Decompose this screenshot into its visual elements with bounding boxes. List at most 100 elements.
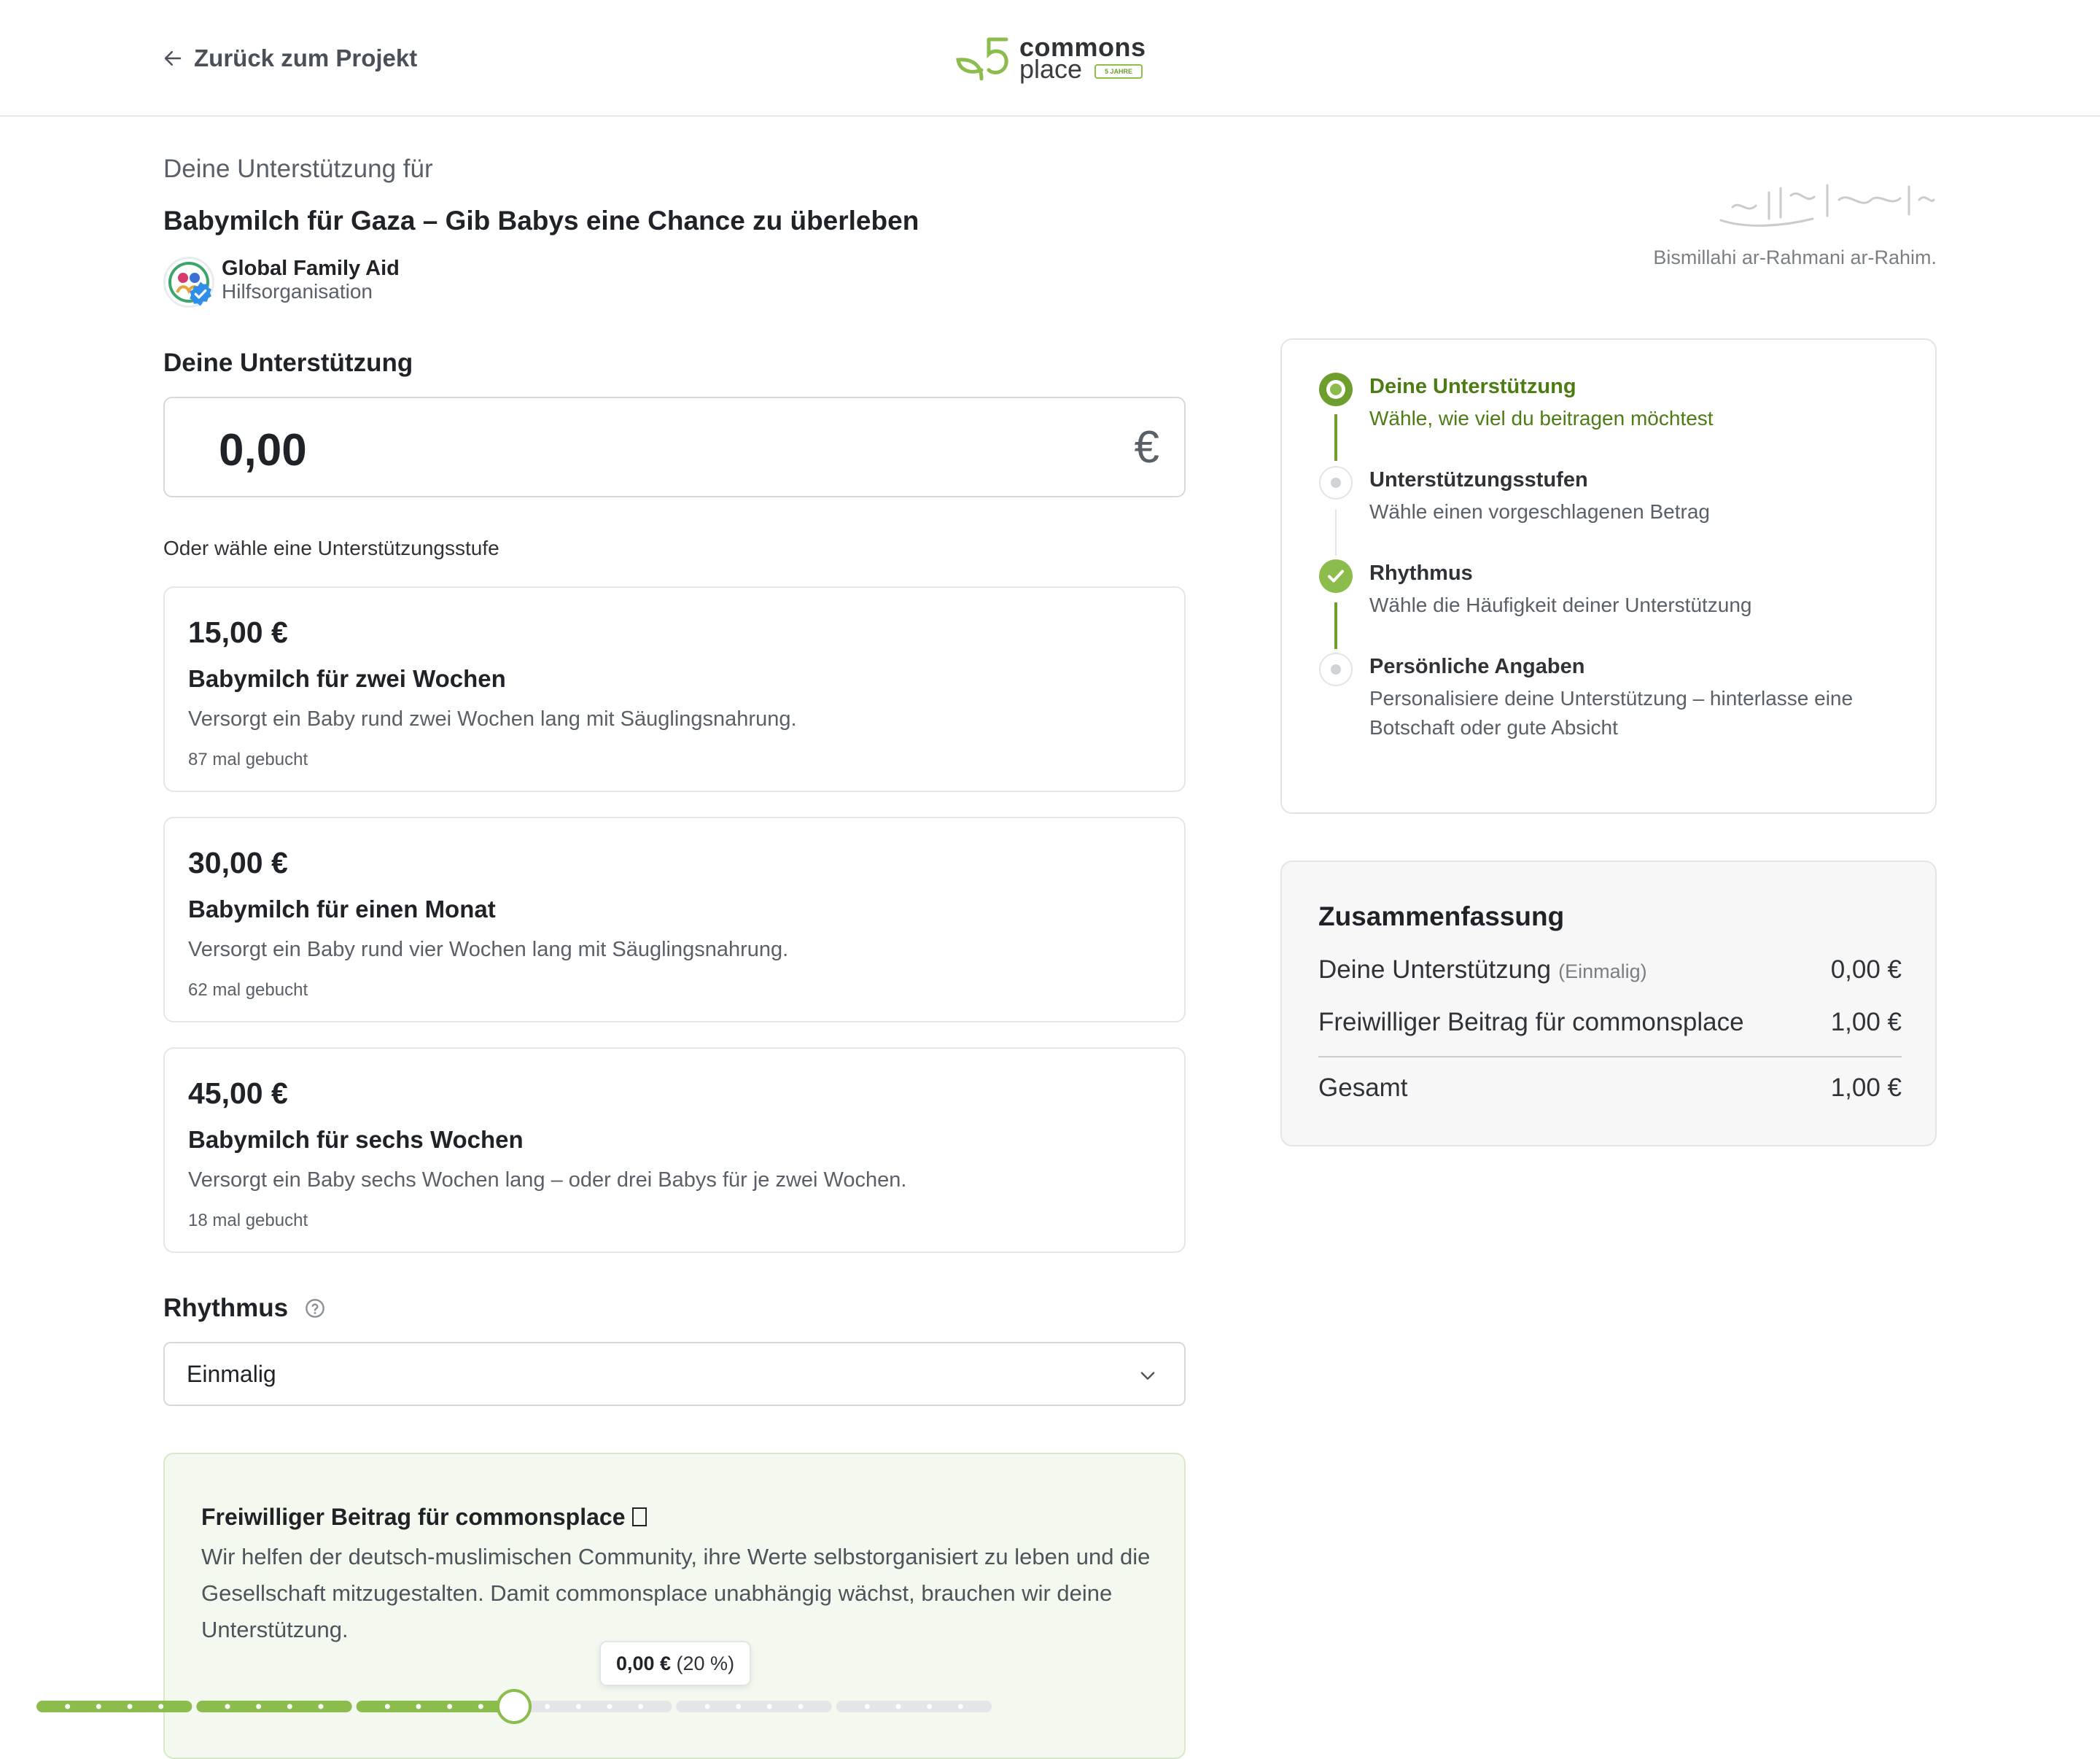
slider-tick-dot xyxy=(704,1704,710,1709)
org-type: Hilfsorganisation xyxy=(222,280,373,303)
slider-tick-dot xyxy=(575,1704,581,1709)
slider-tick-dot xyxy=(736,1704,742,1709)
tier-card-two-weeks[interactable]: 15,00 € Babymilch für zwei Wochen Versor… xyxy=(163,586,1186,792)
step-title: Persönliche Angaben xyxy=(1369,655,1585,678)
summary-panel: Zusammenfassung Deine Unterstützung (Einm… xyxy=(1280,861,1937,1146)
step-title: Rhythmus xyxy=(1369,562,1473,585)
slider-segment xyxy=(836,1701,992,1712)
bismillah-calligraphy-icon xyxy=(1719,184,1935,227)
summary-row-total: Gesamt 1,00 € xyxy=(1318,1073,1902,1103)
step-subtitle: Wähle, wie viel du beitragen möchtest xyxy=(1369,407,1714,430)
tier-name: Babymilch für sechs Wochen xyxy=(188,1126,524,1153)
org-name[interactable]: Global Family Aid xyxy=(222,257,400,281)
tip-title: Freiwilliger Beitrag für commonsplace xyxy=(201,1504,648,1531)
slider-segment xyxy=(676,1701,832,1712)
slider-tick-dot xyxy=(127,1704,133,1709)
back-label: Zurück zum Projekt xyxy=(194,44,418,71)
step-pending-icon xyxy=(1319,466,1353,500)
summary-fee-label: Freiwilliger Beitrag für commonsplace xyxy=(1318,1008,1744,1036)
tier-name: Babymilch für zwei Wochen xyxy=(188,665,506,692)
amount-value: 0,00 xyxy=(219,425,307,475)
summary-support-label: Deine Unterstützung xyxy=(1318,955,1552,984)
tip-description: Wir helfen der deutsch-muslimischen Comm… xyxy=(201,1544,1151,1642)
slider-tick-dot xyxy=(287,1704,292,1709)
slider-tick-dot xyxy=(225,1704,230,1709)
verified-badge-icon xyxy=(190,281,211,306)
slider-value-tooltip: 0,00 € (20 %) xyxy=(599,1641,751,1686)
tier-booked-count: 18 mal gebucht xyxy=(188,1211,308,1230)
slider-tick-dot xyxy=(447,1704,453,1709)
sprout-logo-icon xyxy=(956,37,1008,81)
slider-tick-dot xyxy=(766,1704,772,1709)
tiers-label: Oder wähle eine Unterstützungsstufe xyxy=(163,537,499,559)
slider-tick-dot xyxy=(96,1704,101,1709)
slider-tick-dot xyxy=(416,1704,421,1709)
step-title: Unterstützungsstufen xyxy=(1369,468,1588,492)
steps-panel: Deine Unterstützung Wähle, wie viel du b… xyxy=(1280,338,1937,814)
slider-segment-fill xyxy=(196,1701,352,1712)
summary-rhythm-note: (Einmalig) xyxy=(1558,960,1647,982)
slider-segment xyxy=(516,1701,672,1712)
amount-input[interactable]: 0,00 € xyxy=(163,397,1186,497)
summary-support-value: 0,00 € xyxy=(1830,955,1902,984)
tier-booked-count: 62 mal gebucht xyxy=(188,980,308,1000)
rhythm-heading: Rhythmus xyxy=(163,1294,289,1322)
tip-slider[interactable] xyxy=(36,1683,992,1730)
step-pending-icon xyxy=(1319,653,1353,686)
slider-tick-dot xyxy=(158,1704,164,1709)
slider-tick-dot xyxy=(864,1704,870,1709)
support-heading: Deine Unterstützung xyxy=(163,349,413,377)
tier-price: 45,00 € xyxy=(188,1076,288,1110)
project-title: Babymilch für Gaza – Gib Babys eine Chan… xyxy=(163,206,919,236)
rhythm-select[interactable]: Einmalig xyxy=(163,1342,1186,1406)
step-subtitle: Personalisiere deine Unterstützung – hin… xyxy=(1369,687,1854,739)
slider-tick-dot xyxy=(384,1704,390,1709)
summary-row-support: Deine Unterstützung (Einmalig) 0,00 € xyxy=(1318,955,1902,985)
slider-tick-dot xyxy=(318,1704,324,1709)
slider-tick-dot xyxy=(478,1704,483,1709)
tier-booked-count: 87 mal gebucht xyxy=(188,750,308,769)
summary-heading: Zusammenfassung xyxy=(1318,901,1565,931)
tier-card-six-weeks[interactable]: 45,00 € Babymilch für sechs Wochen Verso… xyxy=(163,1047,1186,1253)
currency-symbol: € xyxy=(1134,422,1159,473)
slider-tick-dot xyxy=(895,1704,901,1709)
slider-segment-fill xyxy=(36,1701,192,1712)
slider-tick-dot xyxy=(957,1704,963,1709)
org-avatar[interactable] xyxy=(163,257,214,308)
slider-tick-dot xyxy=(798,1704,804,1709)
step-connector xyxy=(1334,602,1337,649)
tier-card-one-month[interactable]: 30,00 € Babymilch für einen Monat Versor… xyxy=(163,817,1186,1022)
commonsplace-logo[interactable]: commons place 5 JAHRE xyxy=(952,32,1149,85)
step-connector xyxy=(1334,414,1337,461)
step-active-icon xyxy=(1319,373,1353,406)
slider-segment-fill xyxy=(356,1701,512,1712)
tier-description: Versorgt ein Baby sechs Wochen lang – od… xyxy=(188,1168,907,1192)
step-subtitle: Wähle die Häufigkeit deiner Unterstützun… xyxy=(1369,594,1752,616)
tier-description: Versorgt ein Baby rund zwei Wochen lang … xyxy=(188,707,797,731)
slider-tick-dot xyxy=(927,1704,933,1709)
slider-tick-dot xyxy=(638,1704,644,1709)
rhythm-selected-value: Einmalig xyxy=(187,1361,276,1387)
summary-total-value: 1,00 € xyxy=(1830,1073,1902,1102)
chevron-down-icon xyxy=(1140,1372,1155,1380)
tier-price: 30,00 € xyxy=(188,846,288,880)
tier-description: Versorgt ein Baby rund vier Wochen lang … xyxy=(188,938,789,961)
summary-divider xyxy=(1318,1056,1902,1057)
logo-anniversary-badge: 5 JAHRE xyxy=(1094,64,1143,79)
slider-handle[interactable] xyxy=(497,1689,532,1724)
bismillah-text: Bismillahi ar-Rahmani ar-Rahim. xyxy=(1653,246,1937,268)
tier-name: Babymilch für einen Monat xyxy=(188,896,496,923)
step-subtitle: Wähle einen vorgeschlagenen Betrag xyxy=(1369,500,1710,523)
summary-total-label: Gesamt xyxy=(1318,1073,1408,1102)
help-circle-icon[interactable] xyxy=(305,1298,325,1319)
summary-fee-value: 1,00 € xyxy=(1830,1008,1902,1036)
slider-tick-dot xyxy=(65,1704,71,1709)
slider-tick-dot xyxy=(256,1704,262,1709)
back-to-project-link[interactable]: Zurück zum Projekt xyxy=(162,42,417,74)
info-glyph-icon xyxy=(632,1507,648,1526)
tier-price: 15,00 € xyxy=(188,616,288,649)
support-intro: Deine Unterstützung für xyxy=(163,155,433,183)
logo-text-place: place xyxy=(1019,54,1083,84)
step-done-check-icon xyxy=(1319,559,1353,593)
slider-tick-dot xyxy=(607,1704,612,1709)
